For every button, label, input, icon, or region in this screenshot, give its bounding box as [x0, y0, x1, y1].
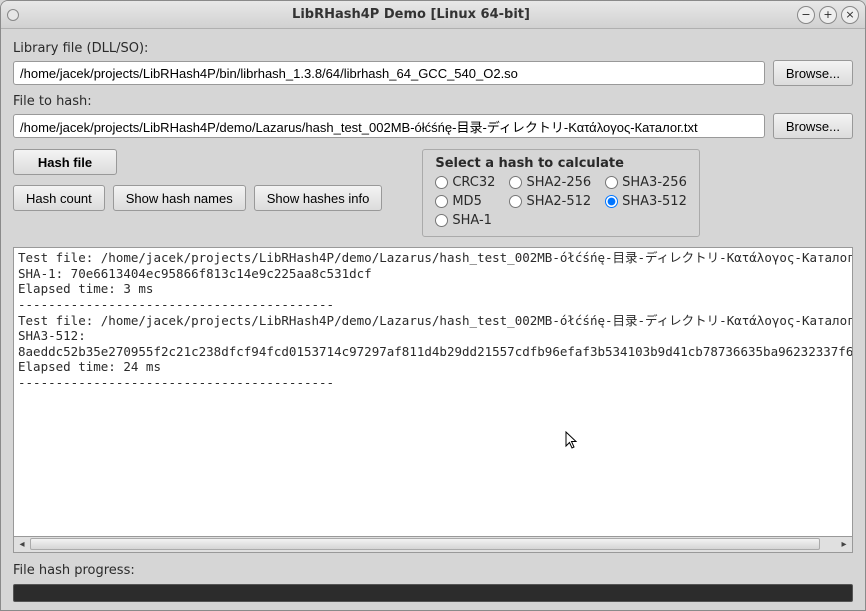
progress-bar — [13, 584, 853, 602]
hash-select-group: Select a hash to calculate CRC32 SHA2-25… — [422, 149, 700, 237]
maximize-button[interactable]: + — [819, 6, 837, 24]
hash-select-title: Select a hash to calculate — [435, 156, 687, 171]
window-title: LibRHash4P Demo [Linux 64-bit] — [25, 7, 797, 22]
radio-crc32-input[interactable] — [435, 176, 448, 189]
radio-sha3-512[interactable]: SHA3-512 — [605, 194, 687, 209]
hash-file-button[interactable]: Hash file — [13, 149, 117, 175]
show-hash-names-button[interactable]: Show hash names — [113, 185, 246, 211]
scroll-left-icon[interactable]: ◂ — [14, 538, 30, 552]
hash-count-button[interactable]: Hash count — [13, 185, 105, 211]
minimize-button[interactable]: − — [797, 6, 815, 24]
radio-sha3-256-input[interactable] — [605, 176, 618, 189]
radio-md5-input[interactable] — [435, 195, 448, 208]
radio-sha1-input[interactable] — [435, 214, 448, 227]
progress-label: File hash progress: — [13, 563, 853, 578]
library-file-input[interactable] — [13, 61, 765, 85]
scrollbar-thumb[interactable] — [30, 538, 820, 550]
radio-sha2-512[interactable]: SHA2-512 — [509, 194, 591, 209]
radio-sha2-256-input[interactable] — [509, 176, 522, 189]
radio-sha2-512-input[interactable] — [509, 195, 522, 208]
app-window: LibRHash4P Demo [Linux 64-bit] − + × Lib… — [0, 0, 866, 611]
radio-sha1[interactable]: SHA-1 — [435, 213, 495, 228]
scroll-right-icon[interactable]: ▸ — [836, 538, 852, 552]
browse-file-button[interactable]: Browse... — [773, 113, 853, 139]
radio-sha2-256[interactable]: SHA2-256 — [509, 175, 591, 190]
close-button[interactable]: × — [841, 6, 859, 24]
browse-library-button[interactable]: Browse... — [773, 60, 853, 86]
horizontal-scrollbar[interactable]: ◂ ▸ — [13, 537, 853, 553]
show-hashes-info-button[interactable]: Show hashes info — [254, 185, 383, 211]
radio-sha3-256[interactable]: SHA3-256 — [605, 175, 687, 190]
titlebar[interactable]: LibRHash4P Demo [Linux 64-bit] − + × — [1, 1, 865, 29]
radio-sha3-512-input[interactable] — [605, 195, 618, 208]
file-to-hash-label: File to hash: — [13, 94, 853, 109]
file-to-hash-input[interactable] — [13, 114, 765, 138]
content-area: Library file (DLL/SO): Browse... File to… — [1, 29, 865, 610]
output-textarea[interactable]: Test file: /home/jacek/projects/LibRHash… — [13, 247, 853, 537]
library-file-label: Library file (DLL/SO): — [13, 41, 853, 56]
radio-crc32[interactable]: CRC32 — [435, 175, 495, 190]
app-icon — [7, 9, 19, 21]
radio-md5[interactable]: MD5 — [435, 194, 495, 209]
